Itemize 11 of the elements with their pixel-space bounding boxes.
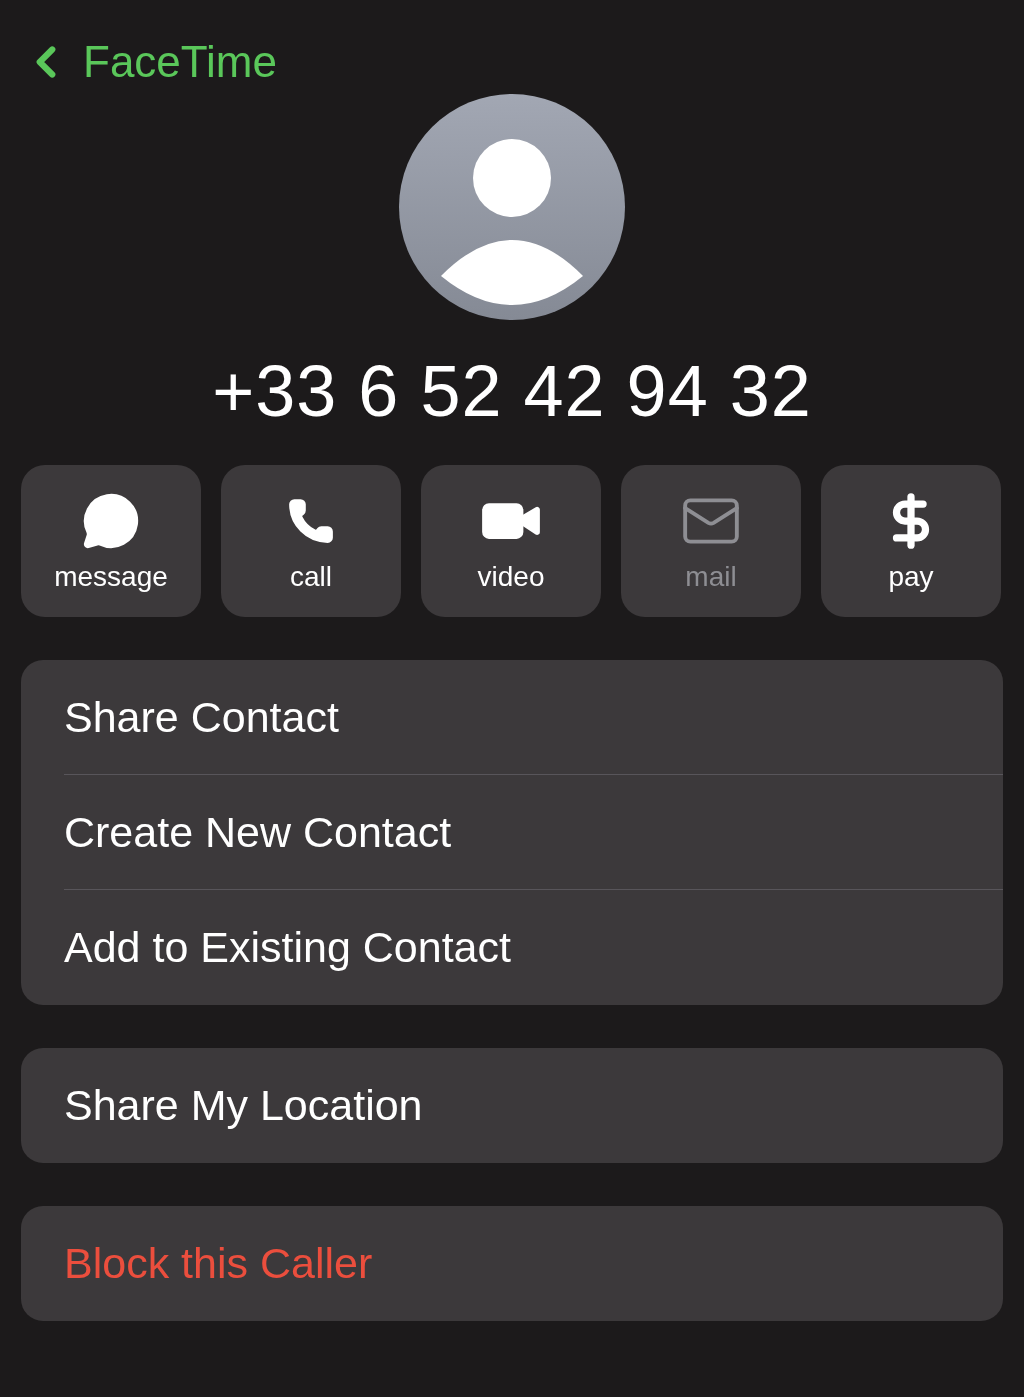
list-row[interactable]: Add to Existing Contact bbox=[64, 890, 1003, 1005]
list-row[interactable]: Share My Location bbox=[64, 1048, 1003, 1163]
pay-action-button[interactable]: pay bbox=[821, 465, 1001, 617]
phone-icon bbox=[286, 496, 336, 546]
message-action-button[interactable]: message bbox=[21, 465, 201, 617]
back-button[interactable]: FaceTime bbox=[21, 34, 277, 90]
phone-number: +33 6 52 42 94 32 bbox=[212, 350, 812, 433]
list-row[interactable]: Share Contact bbox=[64, 660, 1003, 775]
list-row[interactable]: Create New Contact bbox=[64, 775, 1003, 890]
call-action-button[interactable]: call bbox=[221, 465, 401, 617]
video-action-button[interactable]: video bbox=[421, 465, 601, 617]
